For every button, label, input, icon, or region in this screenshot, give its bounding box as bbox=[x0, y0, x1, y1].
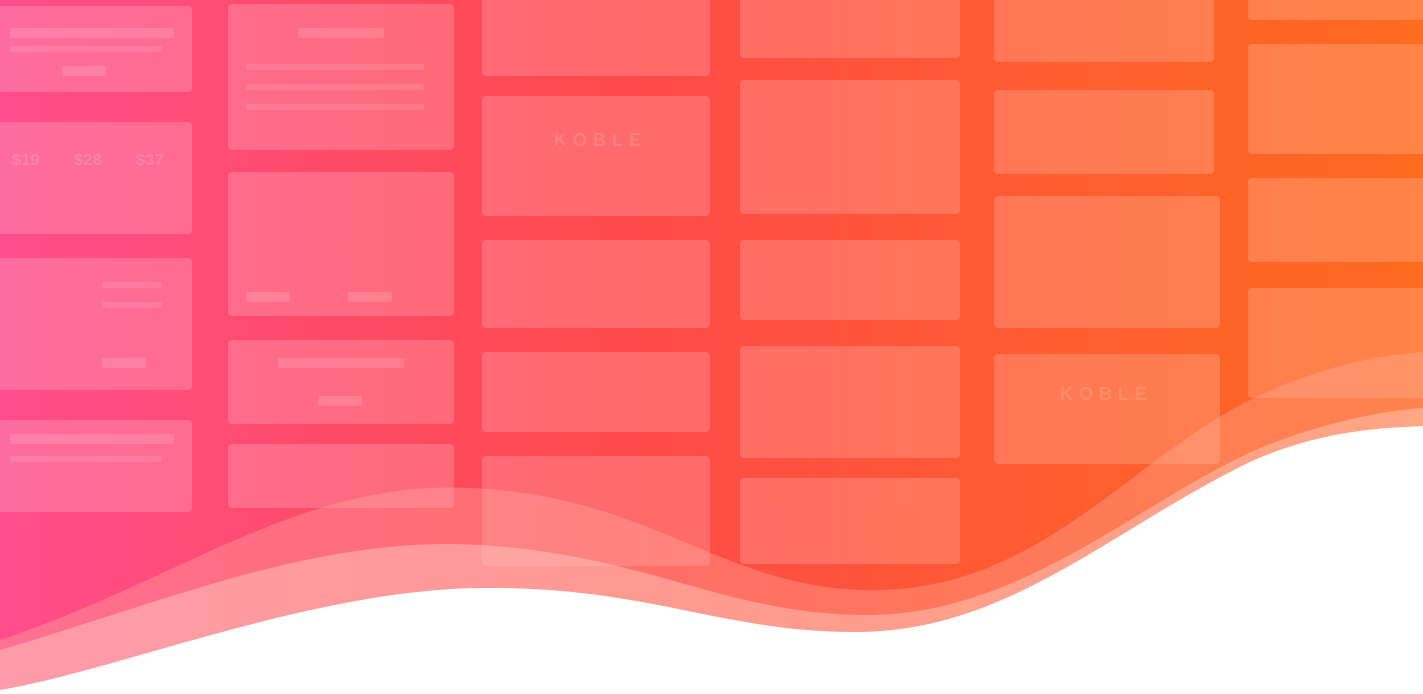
hero-background: $19 $28 $37 KOBLE KOBLE bbox=[0, 0, 1423, 694]
wave-shape bbox=[0, 352, 1423, 694]
